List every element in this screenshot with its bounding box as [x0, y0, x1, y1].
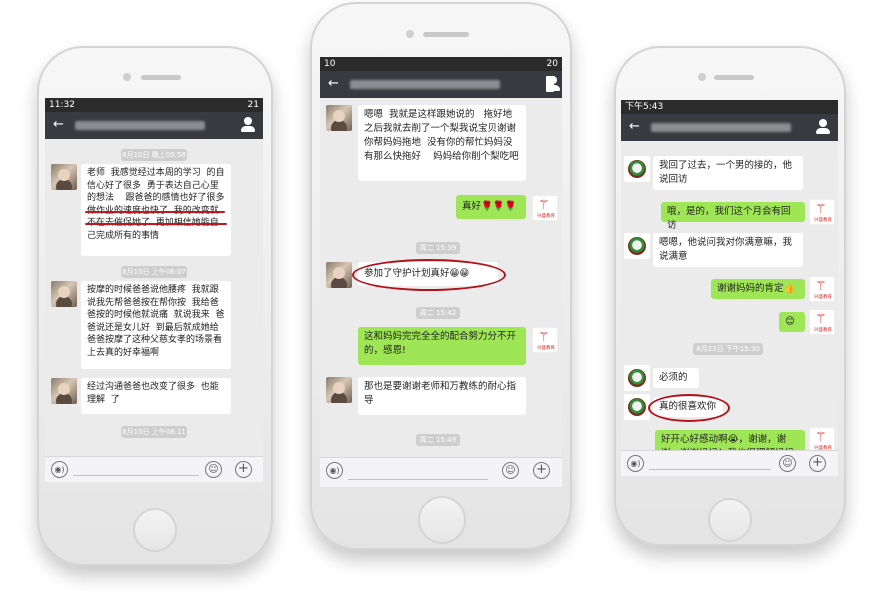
emoji-icon[interactable]: ☺ [779, 455, 796, 472]
avatar[interactable] [624, 233, 650, 259]
avatar[interactable] [624, 365, 650, 391]
plus-icon[interactable]: + [533, 462, 550, 479]
logo-text: 兴盛教育 [814, 218, 832, 223]
timestamp: 8月10日 上午08:11 [121, 426, 187, 438]
chat-header: ← [621, 114, 838, 141]
plus-icon[interactable]: + [235, 461, 252, 478]
chat-screen-2: 10 20 ← 嗯嗯 我就是这样跟她说的 拖好地之后我就去削了一个梨我说宝贝谢谢… [320, 57, 562, 487]
user-icon[interactable] [816, 119, 830, 135]
phone-left: 11:32 21 ← 8月10日 晚上05:58 老师 我感觉经过本周的学习 的… [37, 46, 273, 566]
chat-title-blurred [350, 80, 500, 89]
avatar[interactable] [51, 281, 77, 307]
chat-screen-1: 11:32 21 ← 8月10日 晚上05:58 老师 我感觉经过本周的学习 的… [45, 98, 263, 482]
annotation-underline [85, 211, 225, 213]
status-time: 下午5:43 [625, 102, 664, 112]
emoji-icon[interactable]: ☺ [205, 461, 222, 478]
timestamp: 8月23日 下午15:30 [693, 343, 763, 355]
chat-title-blurred [651, 123, 791, 132]
avatar-logo[interactable]: ⚚ 兴盛教育 [532, 327, 558, 353]
input-bar: ◉) ☺ + [45, 456, 263, 482]
chat-header: ← [320, 71, 562, 98]
status-time: 11:32 [49, 100, 75, 110]
message-bubble[interactable]: 哦，是的，我们这个月会有回访 [661, 202, 805, 231]
user-icon[interactable] [546, 76, 560, 92]
avatar[interactable] [624, 156, 650, 182]
message-bubble[interactable]: 嗯嗯，他说问我对你满意嘛，我说满意 [653, 233, 803, 267]
logo-icon: ⚚ [815, 430, 827, 445]
back-arrow-icon[interactable]: ← [629, 119, 640, 134]
user-icon[interactable] [241, 117, 255, 133]
avatar[interactable] [326, 262, 352, 288]
phone-right: 下午5:43 ← 我回了过去，一个男的接的，他说回访 哦，是的，我们这个月会有回… [614, 46, 846, 546]
message-bubble[interactable]: 嗯嗯 我就是这样跟她说的 拖好地之后我就去削了一个梨我说宝贝谢谢你帮妈妈拖地 没… [358, 105, 526, 181]
annotation-underline [85, 223, 227, 225]
logo-icon: ⚚ [815, 312, 827, 327]
avatar-logo[interactable]: ⚚ 兴盛教育 [809, 276, 835, 302]
input-bar: ◉) ☺ + [621, 450, 838, 476]
message-input[interactable] [73, 475, 199, 476]
message-input[interactable] [348, 479, 488, 480]
timestamp: 周二 15:42 [416, 307, 460, 319]
message-bubble[interactable]: 经过沟通爸爸也改变了很多 也能理解 了 [81, 378, 231, 414]
timestamp: 8月10日 晚上05:58 [121, 149, 187, 161]
message-bubble[interactable]: 按摩的时候爸爸说他腰疼 我就跟 说我先帮爸爸按在帮你按 我给爸爸按的时候他就说痛… [81, 281, 231, 369]
back-arrow-icon[interactable]: ← [53, 117, 64, 132]
avatar[interactable] [51, 164, 77, 190]
phone-center: 10 20 ← 嗯嗯 我就是这样跟她说的 拖好地之后我就去削了一个梨我说宝贝谢谢… [310, 2, 572, 550]
status-bar: 下午5:43 [621, 100, 838, 114]
message-bubble[interactable]: 老师 我感觉经过本周的学习 的自信心好了很多 勇于表达自己心里的想法 跟爸爸的感… [81, 164, 231, 256]
home-button [418, 496, 466, 544]
logo-text: 兴盛教育 [537, 346, 555, 351]
voice-icon[interactable]: ◉) [627, 455, 644, 472]
logo-text: 兴盛教育 [814, 295, 832, 300]
emoji-icon[interactable]: ☺ [502, 462, 519, 479]
logo-text: 兴盛教育 [814, 328, 832, 333]
message-bubble[interactable]: 真好🌹🌹🌹 [456, 195, 526, 219]
avatar[interactable] [326, 377, 352, 403]
status-time: 10 [324, 59, 336, 69]
status-bar: 11:32 21 [45, 98, 263, 112]
chat-title-blurred [75, 121, 205, 130]
message-input[interactable] [649, 469, 771, 470]
status-bar: 10 20 [320, 57, 562, 71]
timestamp: 周二 15:39 [416, 242, 460, 254]
logo-icon: ⚚ [538, 198, 550, 213]
avatar-logo[interactable]: ⚚ 兴盛教育 [809, 309, 835, 335]
annotation-circle [352, 259, 506, 291]
voice-icon[interactable]: ◉) [51, 461, 68, 478]
message-bubble[interactable]: 😊 [779, 312, 805, 332]
back-arrow-icon[interactable]: ← [328, 76, 339, 91]
message-bubble[interactable]: 我回了过去，一个男的接的，他说回访 [653, 156, 803, 190]
message-bubble[interactable]: 这和妈妈完完全全的配合努力分不开的，感恩! [358, 327, 526, 365]
chat-header: ← [45, 112, 263, 139]
logo-text: 兴盛教育 [537, 214, 555, 219]
plus-icon[interactable]: + [809, 455, 826, 472]
timestamp: 周二 15:49 [416, 434, 460, 446]
message-bubble[interactable]: 谢谢妈妈的肯定👍 [711, 279, 805, 299]
message-bubble[interactable]: 那也是要谢谢老师和万教练的耐心指导 [358, 377, 526, 415]
chat-screen-3: 下午5:43 ← 我回了过去，一个男的接的，他说回访 哦，是的，我们这个月会有回… [621, 100, 838, 476]
battery-level: 20 [546, 59, 558, 69]
avatar[interactable] [326, 105, 352, 131]
logo-icon: ⚚ [815, 279, 827, 294]
logo-icon: ⚚ [815, 202, 827, 217]
voice-icon[interactable]: ◉) [326, 462, 343, 479]
message-bubble[interactable]: 必须的 [653, 368, 699, 388]
avatar[interactable] [51, 378, 77, 404]
avatar[interactable] [624, 394, 650, 420]
home-button [133, 508, 177, 552]
timestamp: 8月10日 上午06:07 [121, 266, 187, 278]
avatar-logo[interactable]: ⚚ 兴盛教育 [532, 195, 558, 221]
input-bar: ◉) ☺ + [320, 457, 562, 487]
avatar-logo[interactable]: ⚚ 兴盛教育 [809, 199, 835, 225]
annotation-circle [648, 394, 730, 422]
battery-level: 21 [247, 100, 259, 110]
home-button [708, 498, 752, 542]
logo-icon: ⚚ [538, 330, 550, 345]
